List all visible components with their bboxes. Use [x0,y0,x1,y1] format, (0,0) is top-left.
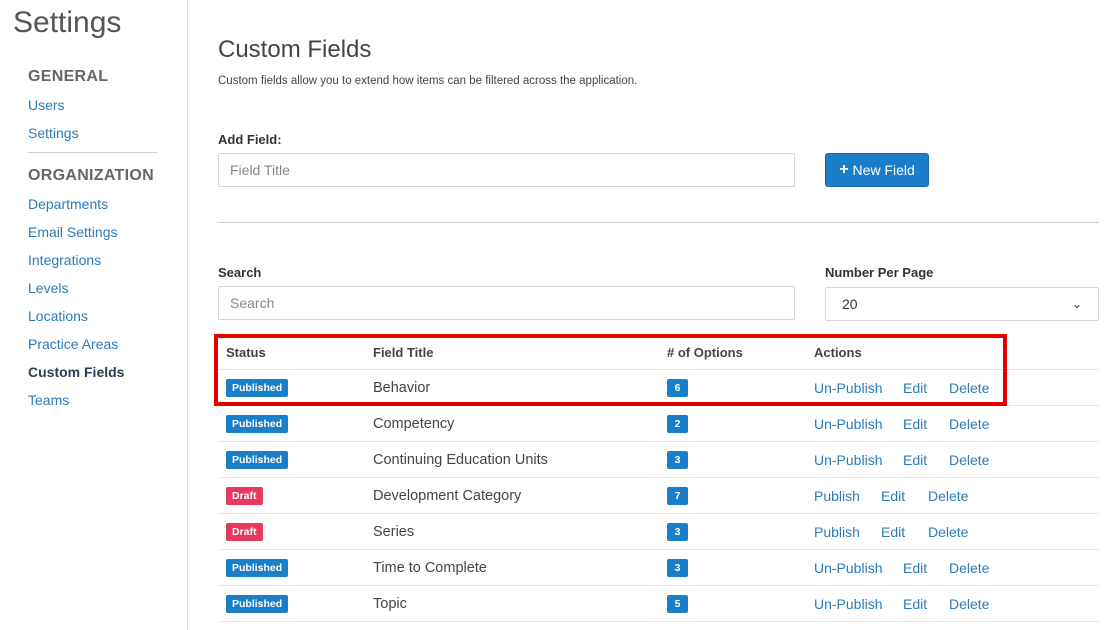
delete-link[interactable]: Delete [949,416,989,432]
unpublish-link[interactable]: Un-Publish [814,452,882,468]
options-count-badge: 3 [667,523,688,541]
options-count-badge: 3 [667,559,688,577]
sidebar-item-practice-areas[interactable]: Practice Areas [28,336,118,352]
new-field-button-label: New Field [852,162,915,178]
delete-link[interactable]: Delete [949,560,989,576]
delete-link[interactable]: Delete [928,524,968,540]
sidebar-title: Settings [13,6,122,39]
field-title-cell: Time to Complete [373,560,487,576]
publish-link[interactable]: Publish [814,488,860,504]
options-count-badge: 5 [667,595,688,613]
field-title-cell: Competency [373,416,455,432]
status-badge: Published [226,415,289,433]
options-count-badge: 7 [667,487,688,505]
sidebar-item-departments[interactable]: Departments [28,196,108,212]
page-title: Custom Fields [218,36,372,63]
field-title-input[interactable] [218,153,795,187]
sidebar-item-email-settings[interactable]: Email Settings [28,224,117,240]
plus-icon: + [839,161,849,178]
field-title-cell: Development Category [373,488,522,504]
status-badge: Draft [226,523,263,541]
status-badge: Published [226,559,289,577]
row-divider [218,621,1099,622]
row-divider [218,585,1099,586]
edit-link[interactable]: Edit [881,488,905,504]
sidebar-item-levels[interactable]: Levels [28,280,68,296]
unpublish-link[interactable]: Un-Publish [814,560,882,576]
row-divider [218,549,1099,550]
new-field-button[interactable]: + New Field [825,153,929,187]
delete-link[interactable]: Delete [928,488,968,504]
per-page-select[interactable]: 20 ⌄ [825,287,1099,321]
sidebar-item-teams[interactable]: Teams [28,392,69,408]
nav-section-general: GENERAL [28,68,109,85]
highlight-box [214,334,1007,406]
edit-link[interactable]: Edit [903,452,927,468]
per-page-label: Number Per Page [825,265,934,280]
page-description: Custom fields allow you to extend how it… [218,75,638,87]
publish-link[interactable]: Publish [814,524,860,540]
sidebar-divider [28,152,157,153]
edit-link[interactable]: Edit [881,524,905,540]
nav-section-organization: ORGANIZATION [28,167,154,184]
unpublish-link[interactable]: Un-Publish [814,416,882,432]
options-count-badge: 2 [667,415,688,433]
sidebar-item-users[interactable]: Users [28,97,65,113]
sidebar-item-integrations[interactable]: Integrations [28,252,101,268]
row-divider [218,477,1099,478]
chevron-down-icon: ⌄ [1071,297,1082,311]
status-badge: Published [226,451,289,469]
status-badge: Draft [226,487,263,505]
delete-link[interactable]: Delete [949,596,989,612]
edit-link[interactable]: Edit [903,416,927,432]
row-divider [218,513,1099,514]
add-field-label: Add Field: [218,132,282,147]
sidebar-item-custom-fields[interactable]: Custom Fields [28,364,124,380]
status-badge: Published [226,595,289,613]
search-input[interactable] [218,286,795,320]
search-label: Search [218,265,262,280]
section-divider [218,222,1099,223]
sidebar: Settings GENERAL Users Settings ORGANIZA… [0,0,188,630]
sidebar-item-locations[interactable]: Locations [28,308,88,324]
delete-link[interactable]: Delete [949,452,989,468]
edit-link[interactable]: Edit [903,560,927,576]
options-count-badge: 3 [667,451,688,469]
sidebar-item-settings[interactable]: Settings [28,125,79,141]
edit-link[interactable]: Edit [903,596,927,612]
field-title-cell: Topic [373,596,407,612]
row-divider [218,441,1099,442]
field-title-cell: Continuing Education Units [373,452,548,468]
unpublish-link[interactable]: Un-Publish [814,596,882,612]
field-title-cell: Series [373,524,415,540]
per-page-value: 20 [842,296,858,312]
